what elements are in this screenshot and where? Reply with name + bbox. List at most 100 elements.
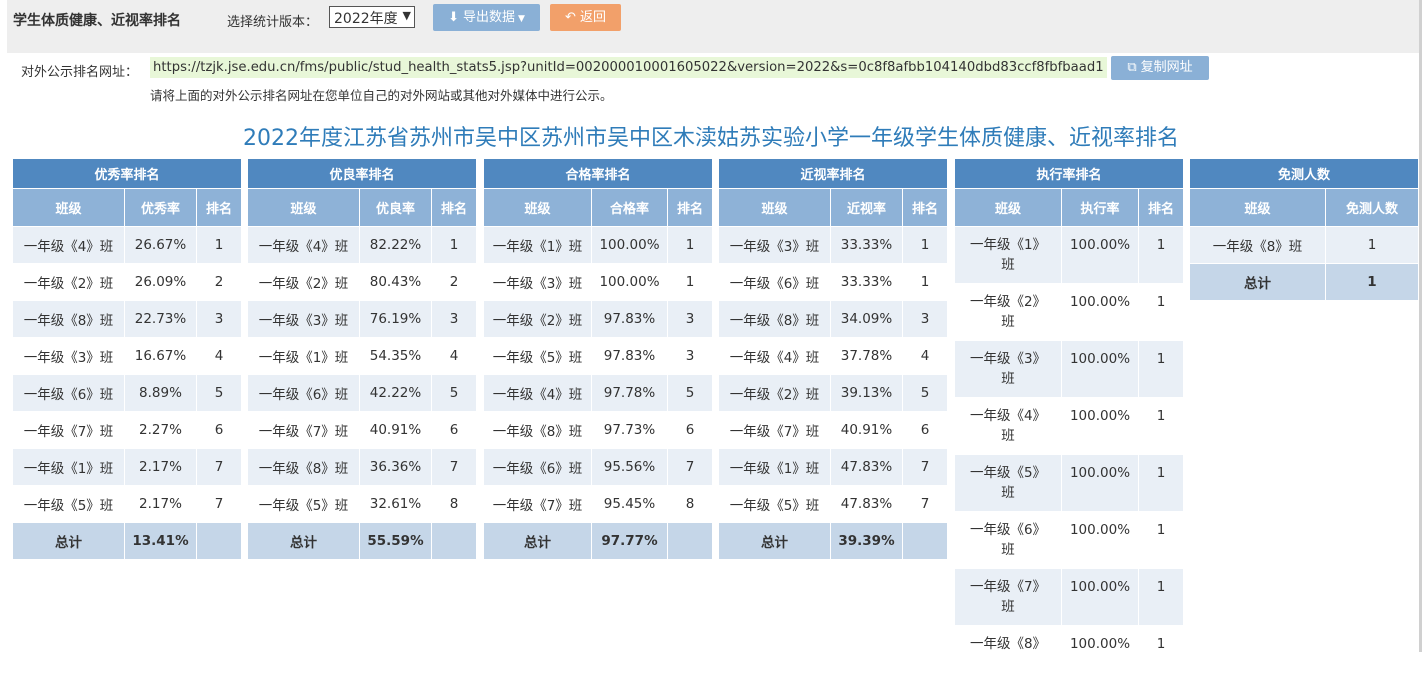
rate-cell: 2.17% — [124, 485, 197, 523]
table-row: 一年级《1》班 2.17% 7 — [12, 448, 243, 486]
rank-cell: 1 — [1137, 454, 1185, 512]
rate-cell: 100.00% — [1061, 454, 1139, 512]
column-header: 班级 — [718, 188, 831, 227]
table-row: 一年级《4》班 26.67% 1 — [12, 226, 243, 264]
column-header: 排名 — [430, 188, 478, 227]
rate-cell: 40.91% — [359, 411, 432, 449]
rank-cell: 1 — [195, 226, 243, 264]
class-cell: 一年级《1》班 — [718, 448, 831, 486]
table-title: 合格率排名 — [482, 158, 714, 189]
column-header: 合格率 — [591, 188, 668, 227]
reply-icon: ↶ — [565, 10, 576, 25]
table-row: 一年级《5》班 97.83% 3 — [483, 337, 714, 375]
rank-cell: 3 — [195, 300, 243, 338]
rank-cell: 1 — [1137, 568, 1185, 626]
rate-cell: 42.22% — [359, 374, 432, 412]
rank-cell: 8 — [666, 485, 714, 523]
class-cell: 一年级《6》班 — [718, 263, 831, 301]
class-cell: 一年级《7》班 — [718, 411, 831, 449]
class-cell: 一年级《8》班 — [483, 411, 592, 449]
class-cell: 一年级《3》班 — [12, 337, 125, 375]
rate-cell: 100.00% — [1061, 226, 1139, 284]
class-cell: 一年级《3》班 — [954, 340, 1062, 398]
table-row: 一年级《4》班 82.22% 1 — [247, 226, 478, 264]
exempt-count-table: 免测人数 班级 免测人数 一年级《8》班 1 总计 1 — [1188, 158, 1420, 301]
class-cell: 一年级《8》班 — [12, 300, 125, 338]
class-cell: 一年级《3》班 — [483, 263, 592, 301]
rate-cell: 34.09% — [830, 300, 903, 338]
column-header: 优秀率 — [124, 188, 197, 227]
public-url-field[interactable]: https://tzjk.jse.edu.cn/fms/public/stud_… — [150, 57, 1107, 78]
column-header: 排名 — [666, 188, 714, 227]
table-row: 一年级《2》班 39.13% 5 — [718, 374, 949, 412]
rate-cell: 95.45% — [591, 485, 668, 523]
toolbar: 学生体质健康、近视率排名 选择统计版本： 2022年度 ▼ ⬇ 导出数据 ▼ ↶ 返回 — [7, 0, 1419, 53]
version-select[interactable]: 2022年度 ▼ — [329, 6, 415, 28]
class-cell: 一年级《3》班 — [718, 226, 831, 264]
rate-cell: 8.89% — [124, 374, 197, 412]
table-title: 优秀率排名 — [11, 158, 243, 189]
rate-cell: 100.00% — [1061, 397, 1139, 455]
class-cell: 一年级《6》班 — [12, 374, 125, 412]
rate-cell: 36.36% — [359, 448, 432, 486]
table-row: 一年级《4》班 97.78% 5 — [483, 374, 714, 412]
rate-cell: 22.73% — [124, 300, 197, 338]
table-row: 一年级《5》班 47.83% 7 — [718, 485, 949, 523]
copy-icon: ⧉ — [1127, 60, 1137, 75]
rank-cell: 6 — [666, 411, 714, 449]
rank-cell: 3 — [666, 337, 714, 375]
rate-cell: 82.22% — [359, 226, 432, 264]
total-rank — [666, 522, 714, 560]
class-cell: 一年级《4》班 — [12, 226, 125, 264]
rank-cell: 7 — [430, 448, 478, 486]
export-data-button[interactable]: ⬇ 导出数据 ▼ — [433, 4, 540, 31]
rate-cell: 33.33% — [830, 263, 903, 301]
table-row: 一年级《6》班 100.00% 1 — [954, 511, 1185, 569]
excellent-rate-table: 优秀率排名 班级 优秀率 排名 一年级《4》班 26.67% 1 一年级《2》班 26… — [11, 158, 243, 560]
table-title: 免测人数 — [1188, 158, 1420, 189]
column-header: 执行率 — [1061, 188, 1139, 227]
rank-cell: 5 — [666, 374, 714, 412]
table-row: 一年级《8》班 97.73% 6 — [483, 411, 714, 449]
rank-cell: 1 — [1137, 511, 1185, 569]
total-label: 总计 — [247, 522, 360, 560]
table-row: 一年级《6》班 95.56% 7 — [483, 448, 714, 486]
rank-cell: 7 — [666, 448, 714, 486]
rate-cell: 80.43% — [359, 263, 432, 301]
rate-cell: 100.00% — [1061, 340, 1139, 398]
copy-url-button[interactable]: ⧉ 复制网址 — [1111, 56, 1209, 80]
back-button[interactable]: ↶ 返回 — [550, 4, 621, 31]
count-cell: 1 — [1324, 226, 1420, 264]
rate-cell: 37.78% — [830, 337, 903, 375]
total-value: 39.39% — [830, 522, 903, 560]
rank-cell: 1 — [1137, 226, 1185, 284]
class-cell: 一年级《5》班 — [247, 485, 360, 523]
rank-cell: 1 — [901, 226, 949, 264]
table-row: 一年级《5》班 2.17% 7 — [12, 485, 243, 523]
class-cell: 一年级《1》班 — [483, 226, 592, 264]
rate-cell: 100.00% — [1061, 511, 1139, 569]
rank-cell: 5 — [195, 374, 243, 412]
rank-cell: 1 — [1137, 625, 1185, 683]
class-cell: 一年级《7》班 — [954, 568, 1062, 626]
class-cell: 一年级《1》班 — [12, 448, 125, 486]
rate-cell: 40.91% — [830, 411, 903, 449]
rank-cell: 2 — [195, 263, 243, 301]
class-cell: 一年级《6》班 — [954, 511, 1062, 569]
table-row: 一年级《1》班 54.35% 4 — [247, 337, 478, 375]
table-row: 一年级《7》班 40.91% 6 — [247, 411, 478, 449]
rate-cell: 2.27% — [124, 411, 197, 449]
table-row: 一年级《5》班 32.61% 8 — [247, 485, 478, 523]
column-header: 班级 — [483, 188, 592, 227]
chevron-down-icon: ▼ — [402, 9, 411, 22]
rate-cell: 33.33% — [830, 226, 903, 264]
class-cell: 一年级《7》班 — [12, 411, 125, 449]
rank-cell: 3 — [901, 300, 949, 338]
rate-cell: 54.35% — [359, 337, 432, 375]
table-row: 一年级《6》班 8.89% 5 — [12, 374, 243, 412]
class-cell: 一年级《2》班 — [483, 300, 592, 338]
class-cell: 一年级《4》班 — [718, 337, 831, 375]
rank-cell: 1 — [666, 226, 714, 264]
class-cell: 一年级《5》班 — [483, 337, 592, 375]
rank-cell: 1 — [666, 263, 714, 301]
